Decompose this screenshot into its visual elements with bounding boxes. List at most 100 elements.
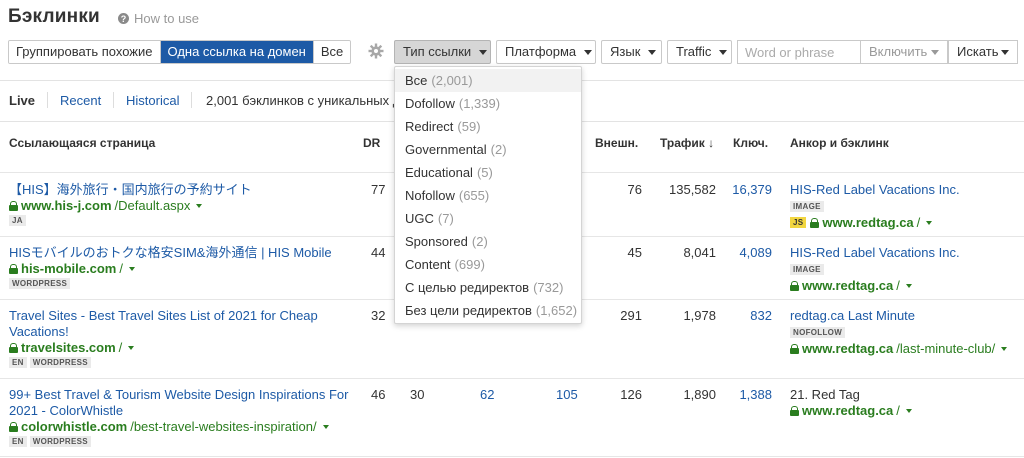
backlink-target-url[interactable]: www.redtag.ca / [790, 403, 912, 418]
search-input[interactable] [737, 40, 860, 64]
menu-item-all[interactable]: Все (2,001) [395, 69, 581, 92]
col-header-dr[interactable]: DR [363, 136, 380, 150]
backlink-target-url[interactable]: www.redtag.ca/last-minute-club/ [790, 341, 1008, 356]
url-path: / [896, 278, 900, 293]
title-line: Vacations! [9, 324, 69, 339]
menu-item-label: Content [405, 257, 451, 272]
referring-page-title-link[interactable]: 【HIS】海外旅行・国内旅行の予約サイト [9, 182, 252, 198]
platform-dropdown[interactable]: Платформа [496, 40, 596, 64]
menu-item-dofollow[interactable]: Dofollow (1,339) [395, 92, 581, 115]
anchor-text[interactable]: HIS-Red Label Vacations Inc. [790, 245, 960, 261]
chevron-down-icon[interactable] [128, 266, 135, 271]
chevron-down-icon[interactable] [196, 203, 203, 208]
tab-recent[interactable]: Recent [60, 93, 101, 108]
keywords-link[interactable]: 1,388 [722, 387, 772, 402]
referring-page-url-link[interactable]: his-mobile.com / [9, 261, 332, 276]
menu-item-label: Без цели редиректов [405, 303, 532, 318]
menu-item-label: Dofollow [405, 96, 455, 111]
menu-item-governmental[interactable]: Governmental (2) [395, 138, 581, 161]
col-header-referring-page[interactable]: Ссылающаяся страница [9, 136, 155, 150]
url-path: / [896, 403, 900, 418]
one-link-per-domain-option[interactable]: Одна ссылка на домен [159, 41, 313, 63]
referring-page-url-link[interactable]: www.his-j.com/Default.aspx [9, 198, 252, 213]
backlinks-summary: 2,001 бэклинков с уникальных д [206, 93, 401, 108]
menu-item-sponsored[interactable]: Sponsored (2) [395, 230, 581, 253]
col-header-anchor-backlink[interactable]: Анкор и бэклинк [790, 136, 889, 150]
backlink-target-url[interactable]: www.redtag.ca / [790, 278, 960, 293]
menu-item-nofollow[interactable]: Nofollow (655) [395, 184, 581, 207]
col-header-external[interactable]: Внешн. [595, 136, 638, 150]
menu-item-educational[interactable]: Educational (5) [395, 161, 581, 184]
table-row: 99+ Best Travel & Tourism Website Design… [9, 387, 348, 447]
col-header-traffic[interactable]: Трафик ↓ [660, 136, 714, 150]
group-similar-option[interactable]: Группировать похожие [9, 41, 160, 63]
keywords-link[interactable]: 832 [722, 308, 772, 323]
all-option[interactable]: Все [312, 41, 351, 63]
url-domain: www.redtag.ca [802, 341, 894, 356]
lock-icon [790, 280, 799, 291]
tab-historical[interactable]: Historical [126, 93, 179, 108]
menu-item-redirect[interactable]: Redirect (59) [395, 115, 581, 138]
menu-item-label: Sponsored [405, 234, 468, 249]
chevron-down-icon[interactable] [128, 345, 135, 350]
external-links-value: 45 [627, 245, 642, 260]
keywords-link[interactable]: 4,089 [722, 245, 772, 260]
url-path: / [118, 340, 123, 355]
column-4-link[interactable]: 62 [480, 387, 494, 402]
menu-item-count: (1,652) [535, 303, 578, 318]
chevron-down-icon[interactable] [905, 283, 912, 288]
platform-label: Платформа [505, 44, 577, 59]
external-links-value: 76 [627, 182, 642, 197]
referring-page-title-link[interactable]: Travel Sites - Best Travel Sites List of… [9, 308, 318, 340]
language-badge: JA [9, 215, 26, 226]
lock-icon [9, 200, 18, 211]
language-dropdown[interactable]: Язык [601, 40, 662, 64]
traffic-header-label: Трафик [660, 136, 705, 150]
traffic-value: 1,890 [683, 387, 716, 402]
referring-page-title-link[interactable]: 99+ Best Travel & Tourism Website Design… [9, 387, 348, 419]
menu-item-content[interactable]: Content (699) [395, 253, 581, 276]
chevron-down-icon[interactable] [1001, 346, 1008, 351]
referring-page-url-link[interactable]: colorwhistle.com/best-travel-websites-in… [9, 419, 348, 434]
menu-item-with-redirect-target[interactable]: С целью редиректов (732) [395, 276, 581, 299]
help-icon: ? [118, 13, 129, 24]
url-path: /Default.aspx [114, 198, 191, 213]
traffic-dropdown[interactable]: Traffic [667, 40, 732, 64]
title-line: 99+ Best Travel & Tourism Website Design… [9, 387, 349, 402]
menu-item-count: (732) [533, 280, 564, 295]
anchor-text[interactable]: redtag.ca Last Minute [790, 308, 1007, 324]
chevron-down-icon [584, 49, 593, 55]
table-row: Travel Sites - Best Travel Sites List of… [9, 308, 318, 368]
lock-icon [9, 342, 18, 353]
include-dropdown[interactable]: Включить [860, 40, 948, 64]
link-type-dropdown[interactable]: Тип ссылки [394, 40, 491, 64]
external-links-value: 291 [620, 308, 642, 323]
menu-item-count: (655) [458, 188, 490, 203]
tab-divider [191, 92, 192, 108]
column-5-link[interactable]: 105 [556, 387, 578, 402]
col-header-keywords[interactable]: Ключ. [733, 136, 768, 150]
search-button[interactable]: Искать [948, 40, 1018, 64]
url-path: / [119, 261, 123, 276]
how-to-use-link[interactable]: ? How to use [118, 11, 199, 26]
menu-item-ugc[interactable]: UGC (7) [395, 207, 581, 230]
url-path: /best-travel-websites-inspiration/ [130, 419, 317, 434]
referring-page-url-link[interactable]: travelsites.com / [9, 340, 318, 355]
chevron-down-icon[interactable] [322, 424, 329, 429]
lock-icon [790, 405, 799, 416]
menu-item-count: (699) [454, 257, 485, 272]
keywords-link[interactable]: 16,379 [722, 182, 772, 197]
chevron-down-icon [719, 49, 728, 55]
chevron-down-icon[interactable] [905, 408, 912, 413]
gear-icon[interactable] [368, 43, 384, 59]
menu-item-without-redirect-target[interactable]: Без цели редиректов (1,652) [395, 299, 581, 322]
nofollow-badge: NOFOLLOW [790, 327, 846, 338]
search-button-label: Искать [957, 44, 999, 59]
chevron-down-icon [931, 49, 939, 55]
tab-live[interactable]: Live [9, 93, 35, 108]
referring-page-title-link[interactable]: HISモバイルのおトクな格安SIM&海外通信 | HIS Mobile [9, 245, 332, 261]
chevron-down-icon[interactable] [926, 220, 933, 225]
anchor-text[interactable]: HIS-Red Label Vacations Inc. [790, 182, 960, 198]
backlink-target-url[interactable]: www.redtag.ca / [810, 215, 933, 230]
page-title: Бэклинки [8, 6, 100, 27]
